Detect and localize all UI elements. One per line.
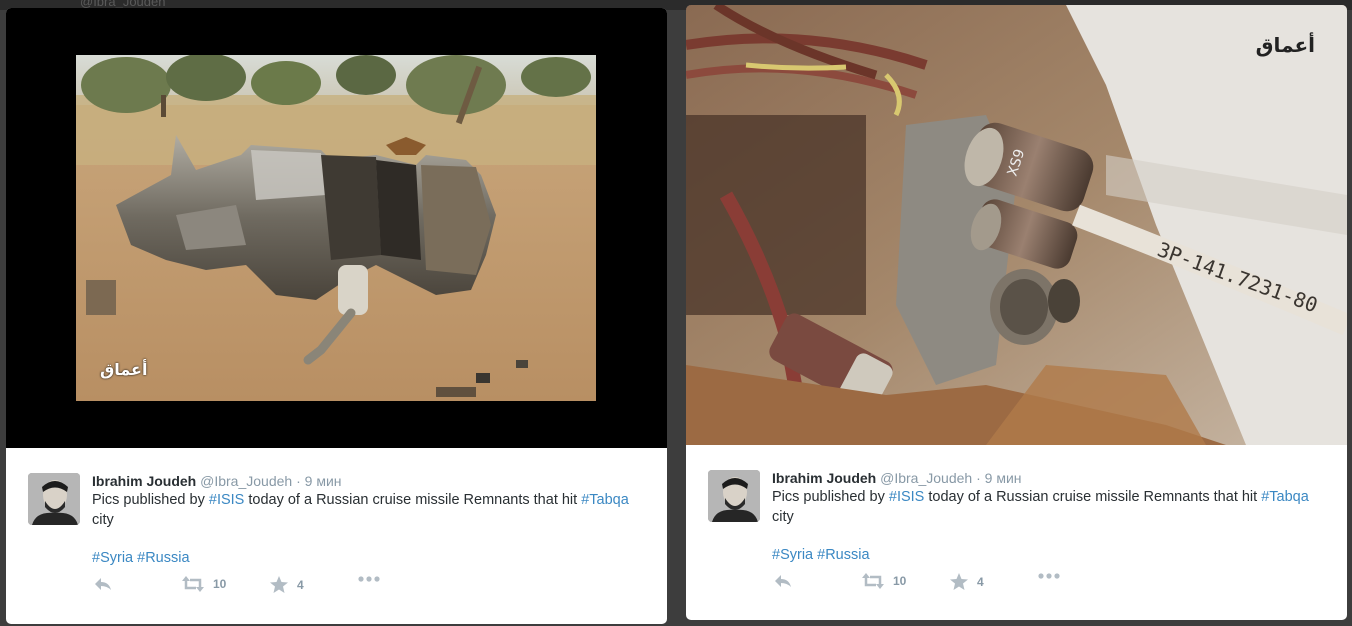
missile-wiring-image: XS9 3Р-141.7231-80 [686, 5, 1347, 445]
hashtag-link[interactable]: #Russia [137, 550, 189, 566]
reply-button[interactable] [774, 573, 792, 589]
avatar[interactable] [28, 473, 80, 525]
media-photo-missile-wiring[interactable]: XS9 3Р-141.7231-80 أعماق [686, 5, 1347, 445]
more-dots-icon [1038, 573, 1060, 579]
tweet-card[interactable]: أعماق Ibrahim Joudeh @Ibra_Joudeh · 9 ми… [6, 8, 667, 624]
favorite-count: 4 [977, 574, 984, 589]
avatar[interactable] [708, 470, 760, 522]
star-icon [270, 576, 288, 593]
avatar-photo-icon [708, 470, 760, 522]
hashtag-link[interactable]: #ISIS [209, 492, 244, 508]
retweet-count: 10 [213, 577, 227, 591]
tweet-text: Pics published by #ISIS today of a Russi… [772, 487, 1312, 527]
reply-icon [775, 575, 791, 587]
hashtag-link[interactable]: #ISIS [889, 489, 924, 505]
more-button[interactable] [1038, 573, 1060, 579]
avatar-photo-icon [28, 473, 80, 525]
tweet-media[interactable]: XS9 3Р-141.7231-80 أعماق [686, 5, 1347, 445]
tweet-actions: 10 4 [92, 576, 492, 598]
more-dots-icon [358, 576, 380, 582]
missile-wreckage-image [76, 55, 596, 401]
tweet-actions: 10 4 [772, 573, 1172, 595]
media-photo-missile-wreckage[interactable]: أعماق [76, 55, 596, 401]
header-separator: · [976, 470, 981, 486]
tweet-header: Ibrahim Joudeh @Ibra_Joudeh · 9 мин [772, 445, 1347, 487]
tweet-card[interactable]: XS9 3Р-141.7231-80 أعماق Ibrahim Joudeh … [686, 5, 1347, 620]
author-full-name[interactable]: Ibrahim Joudeh [92, 473, 196, 489]
tweet-hashtags: #Syria #Russia [92, 548, 667, 568]
reply-icon [95, 578, 111, 590]
more-button[interactable] [358, 576, 380, 582]
hashtag-link[interactable]: #Tabqa [581, 492, 629, 508]
tweet-timestamp[interactable]: 9 мин [305, 473, 342, 489]
tweet-text-part: today of a Russian cruise missile Remnan… [244, 492, 582, 508]
hashtag-link[interactable]: #Russia [817, 547, 869, 563]
tweet-text: Pics published by #ISIS today of a Russi… [92, 490, 632, 530]
tweet-text-part: today of a Russian cruise missile Remnan… [924, 489, 1262, 505]
hashtag-link[interactable]: #Tabqa [1261, 489, 1309, 505]
retweet-icon [862, 573, 884, 589]
tweet-text-part: Pics published by [772, 489, 889, 505]
author-username[interactable]: @Ibra_Joudeh [880, 470, 972, 486]
header-separator: · [296, 473, 301, 489]
retweet-button[interactable]: 10 [862, 573, 906, 589]
reply-button[interactable] [94, 576, 112, 592]
tweet-text-part: city [772, 509, 794, 525]
hashtag-link[interactable]: #Syria [772, 547, 813, 563]
author-full-name[interactable]: Ibrahim Joudeh [772, 470, 876, 486]
tweet-header: Ibrahim Joudeh @Ibra_Joudeh · 9 мин [92, 448, 667, 490]
retweet-icon [182, 576, 204, 592]
tweet-content: Ibrahim Joudeh @Ibra_Joudeh · 9 мин Pics… [6, 448, 667, 624]
author-username[interactable]: @Ibra_Joudeh [200, 473, 292, 489]
tweet-content: Ibrahim Joudeh @Ibra_Joudeh · 9 мин Pics… [686, 445, 1347, 620]
media-watermark: أعماق [100, 360, 148, 379]
tweet-text-part: city [92, 512, 114, 528]
star-icon [950, 573, 968, 590]
screenshot-stage: @Ibra_Joudeh أعماق Ibrahim Joudeh @Ibra_… [0, 0, 1352, 626]
tweet-timestamp[interactable]: 9 мин [985, 470, 1022, 486]
hashtag-link[interactable]: #Syria [92, 550, 133, 566]
favorite-button[interactable]: 4 [270, 576, 304, 593]
tweet-media[interactable]: أعماق [6, 8, 667, 448]
favorite-count: 4 [297, 577, 304, 592]
retweet-button[interactable]: 10 [182, 576, 226, 592]
retweet-count: 10 [893, 574, 907, 588]
tweet-text-part: Pics published by [92, 492, 209, 508]
tweet-hashtags: #Syria #Russia [772, 545, 1347, 565]
favorite-button[interactable]: 4 [950, 573, 984, 590]
media-watermark: أعماق [1255, 33, 1315, 57]
